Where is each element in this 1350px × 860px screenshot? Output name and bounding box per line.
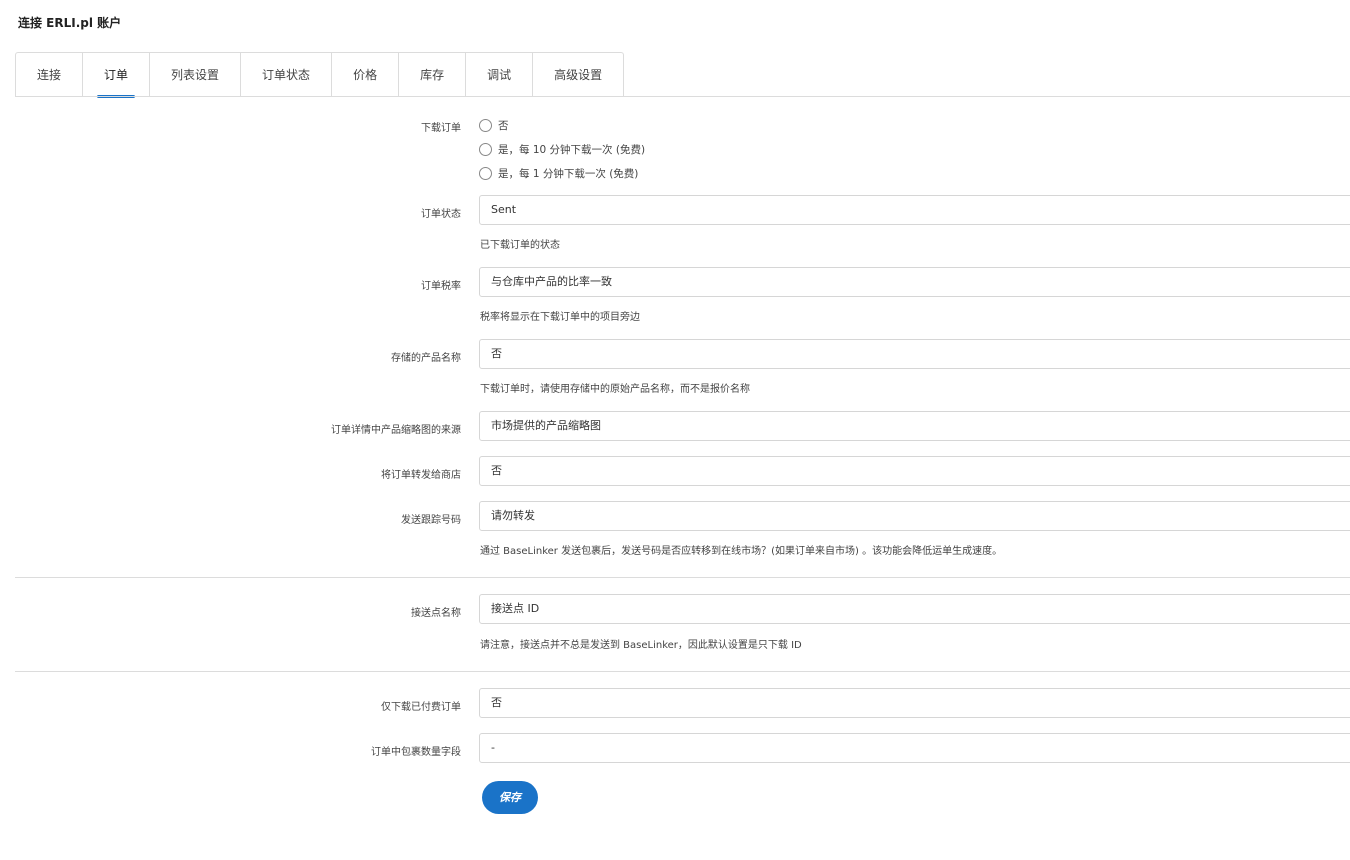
order-status-hint: 已下载订单的状态 bbox=[480, 240, 560, 251]
download-orders-label: 下载订单 bbox=[421, 123, 461, 134]
tabs-divider bbox=[15, 96, 1350, 97]
radio-button[interactable] bbox=[479, 167, 492, 180]
page-title: 连接 ERLI.pl 账户 bbox=[18, 16, 122, 30]
radio-label: 是，每 1 分钟下载一次 (免费) bbox=[498, 168, 639, 180]
tab-advanced-settings[interactable]: 高级设置 bbox=[533, 53, 623, 97]
order-status-select[interactable]: Sent bbox=[479, 195, 1350, 225]
order-status-label: 订单状态 bbox=[421, 209, 461, 220]
tab-listing-settings[interactable]: 列表设置 bbox=[150, 53, 242, 97]
tracking-number-select[interactable]: 请勿转发 bbox=[479, 501, 1350, 531]
order-tax-label: 订单税率 bbox=[421, 281, 461, 292]
stored-product-name-hint: 下载订单时，请使用存储中的原始产品名称，而不是报价名称 bbox=[480, 384, 750, 395]
paid-only-select[interactable]: 否 bbox=[479, 688, 1350, 718]
section-divider bbox=[15, 671, 1350, 672]
tracking-number-hint: 通过 BaseLinker 发送包裹后，发送号码是否应转移到在线市场？(如果订单… bbox=[480, 546, 1003, 557]
forward-to-shop-label: 将订单转发给商店 bbox=[381, 470, 461, 481]
pickup-point-hint: 请注意，接送点并不总是发送到 BaseLinker，因此默认设置是只下载 ID bbox=[480, 640, 802, 651]
thumbnail-source-label: 订单详情中产品缩略图的来源 bbox=[331, 425, 461, 436]
thumbnail-source-select[interactable]: 市场提供的产品缩略图 bbox=[479, 411, 1350, 441]
tab-stock[interactable]: 库存 bbox=[399, 53, 467, 97]
radio-button[interactable] bbox=[479, 143, 492, 156]
forward-to-shop-select[interactable]: 否 bbox=[479, 456, 1350, 486]
radio-button[interactable] bbox=[479, 119, 492, 132]
save-button[interactable]: 保存 bbox=[482, 781, 538, 814]
section-divider bbox=[15, 577, 1350, 578]
tab-orders[interactable]: 订单 bbox=[83, 53, 151, 98]
tab-debug[interactable]: 调试 bbox=[466, 53, 534, 97]
radio-option-every-10-min[interactable]: 是，每 10 分钟下载一次 (免费) bbox=[479, 142, 645, 157]
pickup-point-label: 接送点名称 bbox=[411, 608, 461, 619]
order-tax-select[interactable]: 与仓库中产品的比率一致 bbox=[479, 267, 1350, 297]
stored-product-name-label: 存储的产品名称 bbox=[391, 353, 461, 364]
package-count-field-select[interactable]: - bbox=[479, 733, 1350, 763]
tab-connect[interactable]: 连接 bbox=[16, 53, 84, 97]
paid-only-label: 仅下载已付费订单 bbox=[381, 702, 461, 713]
radio-option-every-1-min[interactable]: 是，每 1 分钟下载一次 (免费) bbox=[479, 166, 638, 181]
tab-order-status[interactable]: 订单状态 bbox=[241, 53, 333, 97]
radio-option-no[interactable]: 否 bbox=[479, 118, 509, 133]
stored-product-name-select[interactable]: 否 bbox=[479, 339, 1350, 369]
tracking-number-label: 发送跟踪号码 bbox=[401, 515, 461, 526]
tab-bar: 连接 订单 列表设置 订单状态 价格 库存 调试 高级设置 bbox=[15, 52, 625, 98]
radio-label: 否 bbox=[498, 120, 509, 132]
order-tax-hint: 税率将显示在下载订单中的项目旁边 bbox=[480, 312, 640, 323]
tab-prices[interactable]: 价格 bbox=[332, 53, 400, 97]
package-count-field-label: 订单中包裹数量字段 bbox=[371, 747, 461, 758]
pickup-point-select[interactable]: 接送点 ID bbox=[479, 594, 1350, 624]
radio-label: 是，每 10 分钟下载一次 (免费) bbox=[498, 144, 646, 156]
